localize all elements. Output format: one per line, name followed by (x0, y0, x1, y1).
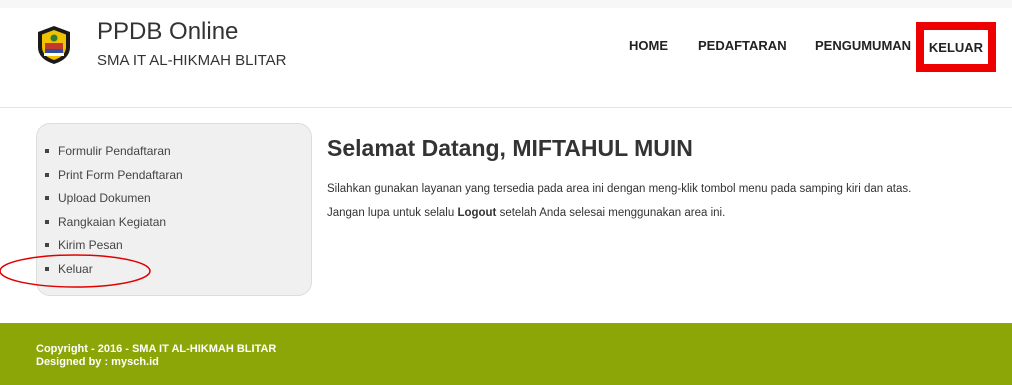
bullet-icon (45, 149, 49, 153)
line2-before: Jangan lupa untuk selalu (327, 207, 458, 219)
sidebar-item-label: Kirim Pesan (58, 238, 123, 252)
footer-copyright: Copyright - 2016 - SMA IT AL-HIKMAH BLIT… (36, 343, 277, 355)
sidebar-item-keluar[interactable]: Keluar (45, 261, 183, 285)
nav-pendaftaran[interactable]: PEDAFTARAN (698, 37, 787, 55)
header-divider (0, 107, 1012, 108)
sidebar-menu: Formulir Pendaftaran Print Form Pendafta… (36, 123, 312, 296)
welcome-message: Silahkan gunakan layanan yang tersedia p… (327, 177, 1007, 225)
nav-pengumuman[interactable]: PENGUMUMAN (815, 37, 911, 55)
logout-emphasis: Logout (457, 207, 497, 219)
sidebar-item-upload[interactable]: Upload Dokumen (45, 190, 183, 214)
welcome-heading: Selamat Datang, MIFTAHUL MUIN (327, 134, 693, 162)
sidebar-item-label: Upload Dokumen (58, 191, 151, 205)
bullet-icon (45, 266, 49, 271)
user-name: MIFTAHUL MUIN (512, 135, 693, 161)
sidebar-item-label: Keluar (58, 261, 93, 276)
bullet-icon (45, 196, 49, 200)
welcome-line-2: Jangan lupa untuk selalu Logout setelah … (327, 201, 1007, 225)
nav-keluar[interactable]: KELUAR (924, 30, 988, 64)
sidebar-item-label: Rangkaian Kegiatan (58, 214, 167, 229)
site-footer: Copyright - 2016 - SMA IT AL-HIKMAH BLIT… (0, 323, 1012, 385)
line2-after: setelah Anda selesai menggunakan area in… (496, 207, 726, 219)
sidebar-item-formulir[interactable]: Formulir Pendaftaran (45, 143, 183, 167)
sidebar-item-pesan[interactable]: Kirim Pesan (45, 237, 183, 261)
sidebar-item-print-form[interactable]: Print Form Pendaftaran (45, 167, 183, 191)
bullet-icon (45, 219, 49, 224)
site-header: PPDB Online SMA IT AL-HIKMAH BLITAR HOME… (0, 0, 1012, 108)
bullet-icon (45, 172, 49, 177)
bullet-icon (45, 243, 49, 247)
sidebar-item-label: Formulir Pendaftaran (58, 144, 171, 158)
header-topbar (0, 0, 1012, 8)
sidebar-item-kegiatan[interactable]: Rangkaian Kegiatan (45, 214, 183, 238)
sidebar-list: Formulir Pendaftaran Print Form Pendafta… (45, 143, 183, 284)
sidebar-item-label: Print Form Pendaftaran (58, 167, 183, 182)
nav-home[interactable]: HOME (629, 37, 668, 55)
welcome-prefix: Selamat Datang, (327, 135, 513, 161)
page: PPDB Online SMA IT AL-HIKMAH BLITAR HOME… (0, 0, 1012, 385)
welcome-line-1: Silahkan gunakan layanan yang tersedia p… (327, 183, 912, 195)
main-nav: HOME PEDAFTARAN PENGUMUMAN KELUAR (0, 22, 1012, 72)
nav-keluar-highlight: KELUAR (916, 22, 996, 72)
footer-designed-by: Designed by : mysch.id (36, 356, 159, 368)
